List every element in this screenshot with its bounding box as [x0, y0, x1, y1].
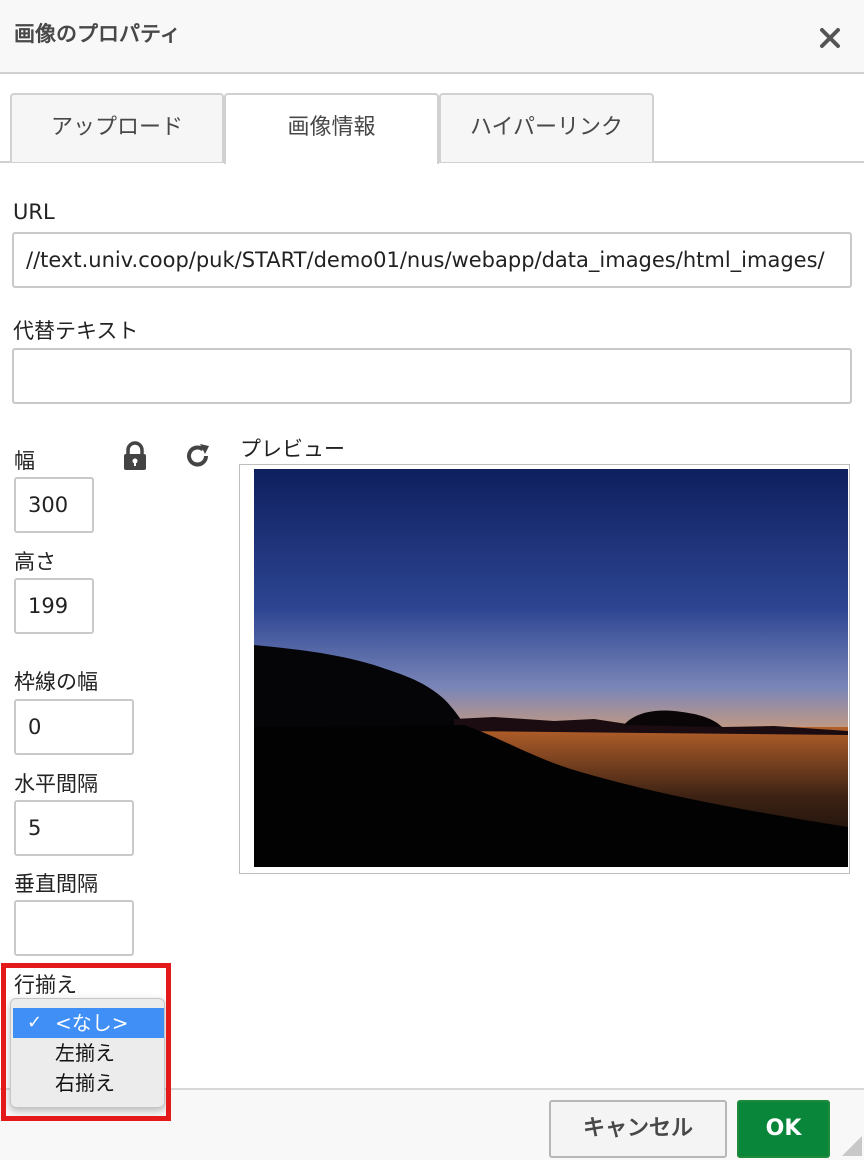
preview-label: プレビュー: [240, 437, 345, 461]
height-label: 高さ: [14, 550, 56, 574]
tab-hyperlink[interactable]: ハイパーリンク: [439, 93, 654, 162]
alt-text-input[interactable]: [12, 348, 852, 404]
preview-frame: [239, 464, 850, 874]
border-width-input[interactable]: 0: [14, 699, 134, 755]
tab-upload[interactable]: アップロード: [10, 93, 224, 162]
close-button[interactable]: [814, 22, 846, 54]
alt-text-label: 代替テキスト: [13, 319, 139, 343]
tab-image-info[interactable]: 画像情報: [224, 93, 439, 164]
cancel-button[interactable]: キャンセル: [549, 1100, 727, 1158]
reset-size-button[interactable]: [183, 441, 213, 471]
preview-image: [254, 469, 848, 867]
dialog-title: 画像のプロパティ: [14, 22, 181, 46]
hspace-input[interactable]: 5: [14, 800, 134, 856]
url-label: URL: [13, 200, 55, 224]
vspace-label: 垂直間隔: [14, 872, 98, 896]
border-width-label: 枠線の幅: [14, 670, 98, 694]
width-label: 幅: [14, 449, 35, 473]
close-icon: [820, 28, 840, 48]
width-input[interactable]: 300: [14, 477, 94, 533]
lock-icon: [124, 441, 146, 470]
hspace-label: 水平間隔: [14, 772, 98, 796]
height-input[interactable]: 199: [14, 578, 94, 634]
lock-ratio-button[interactable]: [121, 441, 149, 471]
resize-grip-icon[interactable]: [840, 1134, 862, 1156]
reset-icon: [187, 444, 209, 467]
alignment-label: 行揃え: [14, 973, 77, 997]
dialog-title-bar: 画像のプロパティ: [0, 0, 864, 74]
vspace-input[interactable]: [14, 900, 134, 956]
ok-button[interactable]: OK: [737, 1100, 830, 1158]
url-input[interactable]: //text.univ.coop/puk/START/demo01/nus/we…: [12, 232, 852, 288]
